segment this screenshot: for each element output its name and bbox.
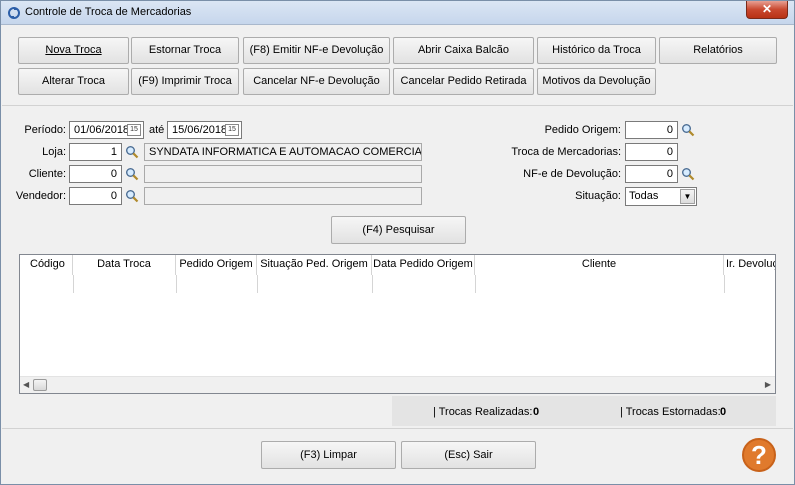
grid-column-line	[257, 275, 258, 293]
periodo-fim-field[interactable]: 15/06/2018 15	[167, 121, 242, 139]
loja-codigo-field[interactable]: 1	[69, 143, 122, 161]
search-icon[interactable]	[125, 167, 139, 181]
situacao-select[interactable]: Todas ▼	[625, 187, 697, 206]
col-codigo[interactable]: Código	[28, 255, 73, 275]
window-title: Controle de Troca de Mercadorias	[25, 6, 192, 18]
periodo-inicio-field[interactable]: 01/06/2018 15	[69, 121, 144, 139]
motivos-label: Motivos da Devolução	[542, 75, 651, 87]
grid-column-line	[475, 275, 476, 293]
close-button[interactable]: ✕	[746, 1, 788, 19]
motivos-button[interactable]: Motivos da Devolução	[537, 68, 656, 95]
scrollbar-thumb[interactable]	[33, 379, 47, 391]
situacao-value: Todas	[629, 190, 659, 202]
calendar-icon[interactable]: 15	[225, 124, 239, 136]
col-pedido-origem[interactable]: Pedido Origem	[176, 255, 257, 275]
app-icon	[8, 7, 20, 19]
search-icon[interactable]	[125, 145, 139, 159]
calendar-icon[interactable]: 15	[127, 124, 141, 136]
cliente-nome-field	[144, 165, 422, 183]
alterar-troca-label: Alterar Troca	[42, 75, 105, 87]
col-devolucao[interactable]: Ir. Devoluçã	[724, 255, 775, 275]
loja-nome-field: SYNDATA INFORMATICA E AUTOMACAO COMERCIA…	[144, 143, 422, 161]
cancelar-pedido-button[interactable]: Cancelar Pedido Retirada	[393, 68, 534, 95]
relatorios-label: Relatórios	[693, 44, 743, 56]
trocas-realizadas-value: 0	[533, 406, 540, 418]
historico-button[interactable]: Histórico da Troca	[537, 37, 656, 64]
estornar-troca-label: Estornar Troca	[148, 44, 222, 56]
sair-button[interactable]: (Esc) Sair	[401, 441, 536, 469]
search-icon[interactable]	[681, 167, 695, 181]
help-icon[interactable]: ?	[742, 438, 776, 472]
horizontal-scrollbar[interactable]: ◀ ▶	[20, 376, 775, 393]
imprimir-troca-label: (F9) Imprimir Troca	[138, 75, 232, 87]
trocas-grid[interactable]: Código Data Troca Pedido Origem Situação…	[19, 254, 776, 394]
emitir-nfe-label: (F8) Emitir NF-e Devolução	[249, 44, 384, 56]
imprimir-troca-button[interactable]: (F9) Imprimir Troca	[131, 68, 239, 95]
periodo-inicio-value: 01/06/2018	[74, 124, 130, 136]
alterar-troca-button[interactable]: Alterar Troca	[18, 68, 129, 95]
grid-header: Código Data Troca Pedido Origem Situação…	[20, 255, 775, 275]
toolbar-divider	[2, 105, 793, 106]
periodo-label: Período:	[24, 124, 66, 136]
trocas-estornadas-label: | Trocas Estornadas:	[620, 406, 721, 418]
abrir-caixa-label: Abrir Caixa Balcão	[417, 44, 510, 56]
limpar-label: (F3) Limpar	[300, 449, 357, 461]
pedido-origem-field[interactable]: 0	[625, 121, 678, 139]
grid-column-line	[372, 275, 373, 293]
grid-column-line	[724, 275, 725, 293]
cliente-label: Cliente:	[28, 168, 66, 180]
scroll-right-icon[interactable]: ▶	[765, 380, 771, 389]
trocas-realizadas-label: | Trocas Realizadas:	[433, 406, 533, 418]
col-situacao-ped[interactable]: Situação Ped. Origem	[257, 255, 372, 275]
pesquisar-label: (F4) Pesquisar	[362, 224, 435, 236]
nfe-field[interactable]: 0	[625, 165, 678, 183]
nova-troca-label: Nova Troca	[45, 44, 102, 56]
emitir-nfe-button[interactable]: (F8) Emitir NF-e Devolução	[243, 37, 390, 64]
grid-column-line	[73, 275, 74, 293]
historico-label: Histórico da Troca	[552, 44, 641, 56]
nfe-label: NF-e de Devolução:	[523, 168, 621, 180]
troca-field[interactable]: 0	[625, 143, 678, 161]
search-icon[interactable]	[125, 189, 139, 203]
cliente-codigo-field[interactable]: 0	[69, 165, 122, 183]
vendedor-codigo-field[interactable]: 0	[69, 187, 122, 205]
title-bar: Controle de Troca de Mercadorias ✕	[1, 1, 794, 25]
search-icon[interactable]	[681, 123, 695, 137]
periodo-fim-value: 15/06/2018	[172, 124, 228, 136]
chevron-down-icon[interactable]: ▼	[680, 189, 695, 204]
troca-label: Troca de Mercadorias:	[511, 146, 621, 158]
sair-label: (Esc) Sair	[444, 449, 493, 461]
loja-label: Loja:	[42, 146, 66, 158]
ate-label: até	[149, 124, 165, 136]
col-cliente[interactable]: Cliente	[475, 255, 724, 275]
pedido-origem-label: Pedido Origem:	[544, 124, 621, 136]
nova-troca-button[interactable]: Nova Troca	[18, 37, 129, 64]
col-data-troca[interactable]: Data Troca	[73, 255, 176, 275]
row-indicator	[20, 255, 28, 275]
situacao-label: Situação:	[575, 190, 621, 202]
abrir-caixa-button[interactable]: Abrir Caixa Balcão	[393, 37, 534, 64]
main-window: Controle de Troca de Mercadorias ✕ Nova …	[0, 0, 795, 485]
vendedor-nome-field	[144, 187, 422, 205]
footer-divider	[2, 428, 793, 429]
grid-column-line	[176, 275, 177, 293]
relatorios-button[interactable]: Relatórios	[659, 37, 777, 64]
col-data-pedido[interactable]: Data Pedido Origem	[372, 255, 475, 275]
vendedor-label: Vendedor:	[15, 190, 66, 202]
status-panel: | Trocas Realizadas: 0 | Trocas Estornad…	[392, 396, 776, 426]
limpar-button[interactable]: (F3) Limpar	[261, 441, 396, 469]
cancelar-pedido-label: Cancelar Pedido Retirada	[400, 75, 527, 87]
scroll-left-icon[interactable]: ◀	[23, 380, 29, 389]
trocas-estornadas-value: 0	[720, 406, 727, 418]
pesquisar-button[interactable]: (F4) Pesquisar	[331, 216, 466, 244]
cancelar-nfe-label: Cancelar NF-e Devolução	[253, 75, 380, 87]
estornar-troca-button[interactable]: Estornar Troca	[131, 37, 239, 64]
cancelar-nfe-button[interactable]: Cancelar NF-e Devolução	[243, 68, 390, 95]
